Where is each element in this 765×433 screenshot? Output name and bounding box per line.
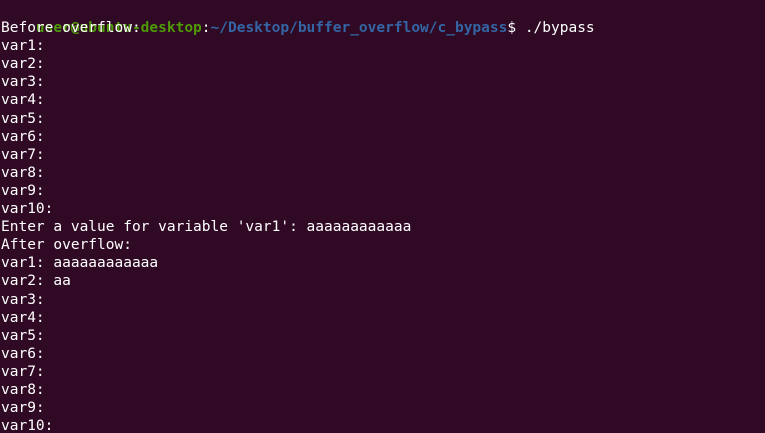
output-line: var8:	[1, 164, 45, 181]
prompt-line: user@ubuntu-desktop:~/Desktop/buffer_ove…	[1, 1, 765, 36]
output-line: After overflow:	[1, 237, 132, 254]
output-line: var7:	[1, 146, 45, 163]
output-line: var1:	[1, 38, 45, 55]
output-line: var10:	[1, 418, 54, 433]
output-line: var3:	[1, 74, 45, 91]
output-line: var2: aa	[1, 273, 71, 290]
output-line: var6:	[1, 128, 45, 145]
prompt-symbol: $	[507, 20, 525, 37]
prompt-separator: :	[201, 20, 211, 37]
output-line: var10:	[1, 201, 54, 218]
output-line: var5:	[1, 327, 45, 344]
output-line: var8:	[1, 381, 45, 398]
output-line: var9:	[1, 182, 45, 199]
output-line: var6:	[1, 345, 45, 362]
output-line: var5:	[1, 110, 45, 127]
output-line: var4:	[1, 92, 45, 109]
output-line: var7:	[1, 363, 45, 380]
output-line: Enter a value for variable 'var1': aaaaa…	[1, 219, 412, 236]
output-line: var1: aaaaaaaaaaaa	[1, 255, 159, 272]
output-line: var3:	[1, 291, 45, 308]
command-text: ./bypass	[524, 20, 595, 37]
output-line: var9:	[1, 400, 45, 417]
prompt-path: ~/Desktop/buffer_overflow/c_bypass	[210, 20, 508, 37]
terminal-window[interactable]: user@ubuntu-desktop:~/Desktop/buffer_ove…	[0, 0, 765, 433]
output-line: var4:	[1, 309, 45, 326]
output-line: var2:	[1, 56, 45, 73]
